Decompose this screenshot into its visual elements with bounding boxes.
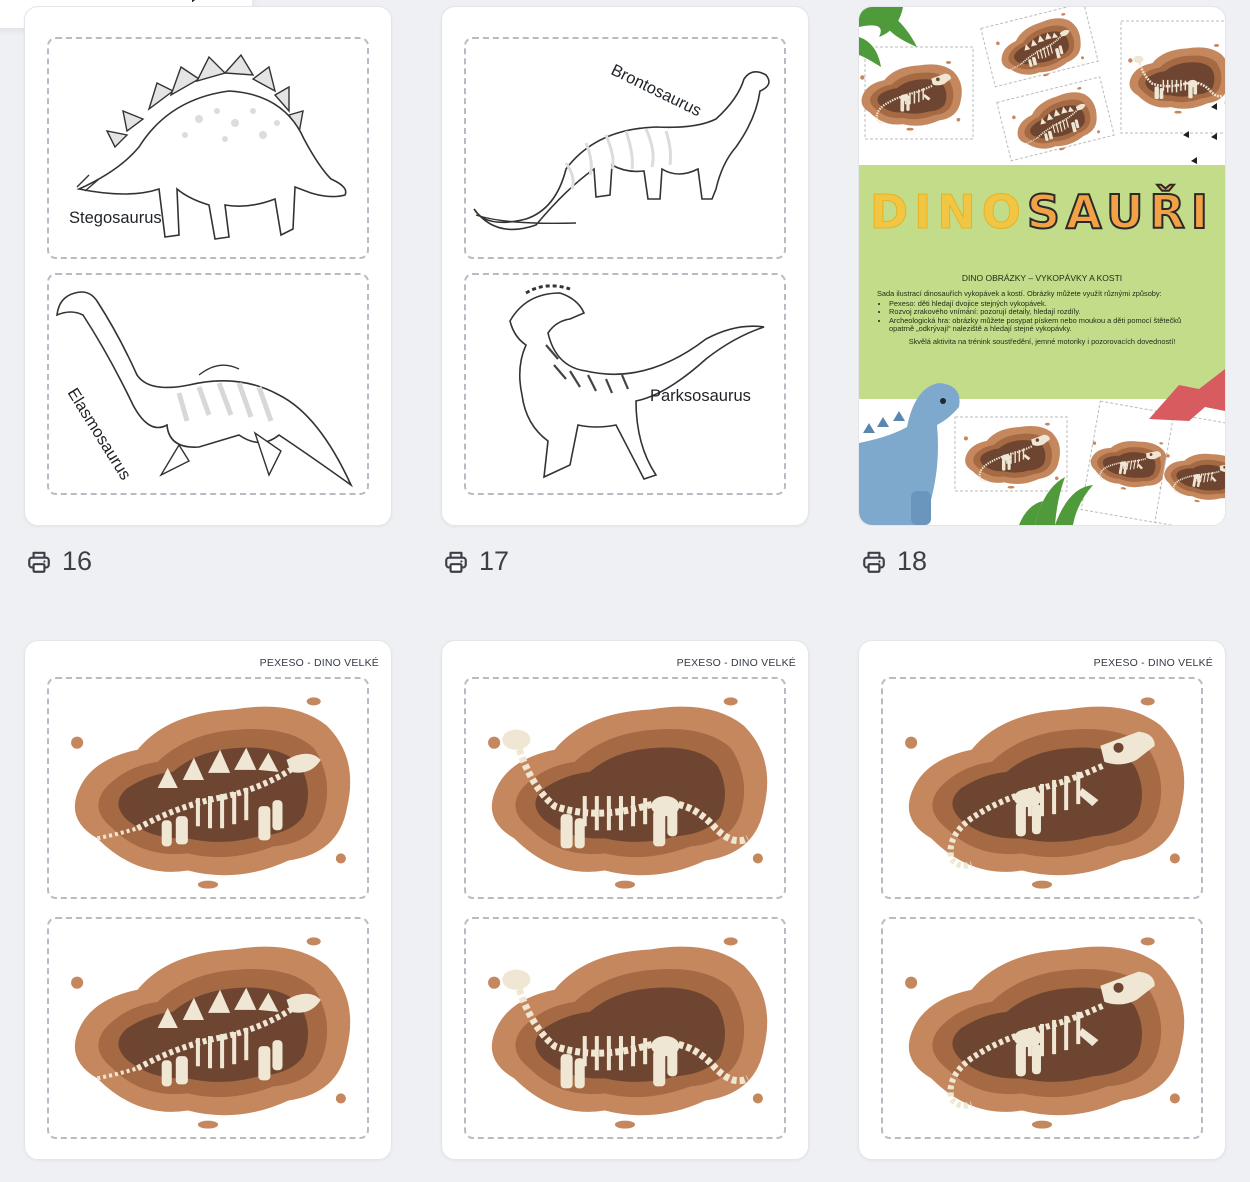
pexeso-tile xyxy=(881,677,1203,899)
cover-subtitle: DINO OBRÁZKY – VYKOPÁVKY A KOSTI xyxy=(961,273,1123,283)
pexeso-tile xyxy=(464,677,786,899)
cover-intro: Sada ilustrací dinosauřích vykopávek a k… xyxy=(877,289,1162,298)
print-count-value: 17 xyxy=(479,546,510,576)
pexeso-tile xyxy=(47,677,369,899)
elasmosaurus-illustration xyxy=(56,291,353,488)
cover-title: DINOSAUŘI xyxy=(859,184,1225,240)
coloring-panel-elasmosaurus: Elasmosaurus xyxy=(47,273,369,495)
printer-icon xyxy=(28,551,50,573)
dino-label-parksosaurus: Parksosaurus xyxy=(650,387,751,405)
cover-closing: Skvělá aktivita na trénink soustředění, … xyxy=(908,336,1176,346)
printer-icon xyxy=(863,551,885,573)
pexeso-card-brontosaurus[interactable]: PEXESO - DINO VELKÉ xyxy=(441,640,809,1160)
print-count-value: 18 xyxy=(897,546,928,576)
coloring-panel-parksosaurus: Parksosaurus xyxy=(464,273,786,495)
cover-title-part1: DINO xyxy=(869,185,1027,240)
worksheet-card-16[interactable]: Stegosaurus Elasmosaurus xyxy=(24,6,392,526)
print-count-16[interactable]: 16 xyxy=(26,546,92,577)
cover-description: Sada ilustrací dinosauřích vykopávek a k… xyxy=(877,289,1207,347)
card-header: PEXESO - DINO VELKÉ xyxy=(676,657,796,669)
printer-icon xyxy=(445,551,467,573)
cover-title-part2: SAUŘI xyxy=(1026,184,1215,240)
print-count-value: 16 xyxy=(62,546,93,576)
cover-bullet-list: Pexeso: děti hledají dvojice stejných vy… xyxy=(877,299,1207,334)
trex-fossil-illustration xyxy=(883,679,1201,897)
cover-bullet: Archeologická hra: obrázky můžete posypa… xyxy=(889,316,1207,334)
print-count-18[interactable]: 18 xyxy=(861,546,927,577)
pexeso-card-trex[interactable]: PEXESO - DINO VELKÉ xyxy=(858,640,1226,1160)
pexeso-tile xyxy=(881,917,1203,1139)
blue-dino-illustration xyxy=(859,383,960,525)
coloring-panel-brontosaurus: Brontosaurus xyxy=(464,37,786,259)
coloring-panel-stegosaurus: Stegosaurus xyxy=(47,37,369,259)
toolbar-tool-icon[interactable] xyxy=(0,0,6,7)
pexeso-tile xyxy=(47,917,369,1139)
stegosaurus-fossil-illustration xyxy=(49,919,367,1137)
brontosaurus-fossil-illustration xyxy=(466,679,784,897)
worksheet-card-17[interactable]: Brontosaurus Parksosaurus xyxy=(441,6,809,526)
pexeso-card-stegosaurus[interactable]: PEXESO - DINO VELKÉ xyxy=(24,640,392,1160)
cover-decorations xyxy=(859,7,1225,525)
trex-fossil-illustration xyxy=(883,919,1201,1137)
brontosaurus-fossil-illustration xyxy=(466,919,784,1137)
card-header: PEXESO - DINO VELKÉ xyxy=(259,657,379,669)
parksosaurus-illustration xyxy=(509,284,765,480)
stegosaurus-fossil-illustration xyxy=(49,679,367,897)
dino-label-stegosaurus: Stegosaurus xyxy=(69,209,162,227)
worksheet-cover-card-18[interactable]: DINOSAUŘI DINO OBRÁZKY – VYKOPÁVKY A KOS… xyxy=(858,6,1226,526)
card-header: PEXESO - DINO VELKÉ xyxy=(1093,657,1213,669)
pexeso-tile xyxy=(464,917,786,1139)
print-count-17[interactable]: 17 xyxy=(443,546,509,577)
